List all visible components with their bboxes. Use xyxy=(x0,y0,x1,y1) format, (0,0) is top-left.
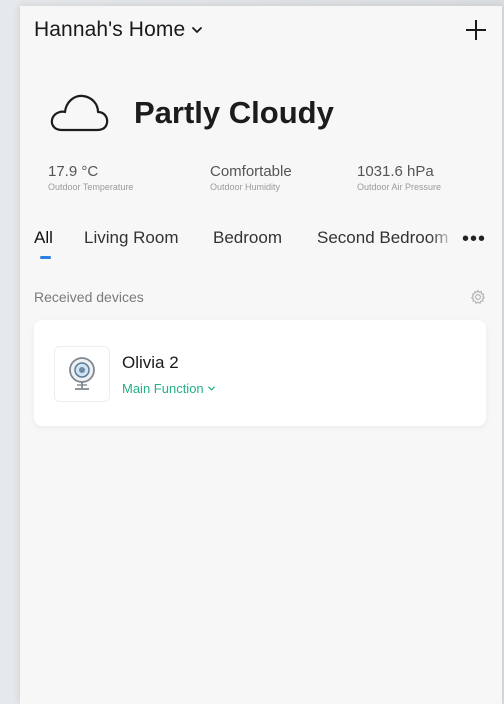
stat-temperature: 17.9 °C Outdoor Temperature xyxy=(48,163,133,192)
stat-label: Outdoor Humidity xyxy=(210,182,281,192)
stat-label: Outdoor Temperature xyxy=(48,182,134,192)
cloud-icon xyxy=(50,94,109,132)
more-dots-icon[interactable]: ••• xyxy=(462,228,486,251)
section-title: Received devices xyxy=(34,289,144,305)
plus-icon[interactable] xyxy=(462,16,490,44)
weather-condition: Partly Cloudy xyxy=(134,95,334,130)
stat-humidity: Comfortable Outdoor Humidity xyxy=(210,163,292,192)
gear-icon[interactable] xyxy=(470,289,486,305)
chevron-down-icon xyxy=(207,386,215,391)
camera-icon xyxy=(69,357,95,390)
device-card[interactable]: Olivia 2 Main Function xyxy=(34,320,486,426)
main-function-label: Main Function xyxy=(122,381,204,396)
home-title: Hannah's Home xyxy=(34,18,186,41)
stat-value: 1031.6 hPa xyxy=(357,163,434,180)
main-function-button[interactable]: Main Function xyxy=(122,381,216,396)
tab-second-bedroom[interactable]: Second Bedroom xyxy=(317,228,448,248)
tab-bedroom[interactable]: Bedroom xyxy=(213,228,282,248)
chevron-down-icon xyxy=(192,27,203,33)
tab-all[interactable]: All xyxy=(34,228,53,248)
device-name: Olivia 2 xyxy=(122,353,179,372)
weather-summary: Partly Cloudy xyxy=(48,90,334,136)
background-frame: Hannah's Home Partly Cloudy 17.9 °C Outd… xyxy=(0,0,504,704)
stat-label: Outdoor Air Pressure xyxy=(357,182,442,192)
active-tab-indicator xyxy=(40,256,51,259)
tab-living-room[interactable]: Living Room xyxy=(84,228,179,248)
device-thumbnail xyxy=(54,346,110,402)
app-screen: Hannah's Home Partly Cloudy 17.9 °C Outd… xyxy=(20,6,502,704)
stat-pressure: 1031.6 hPa Outdoor Air Pressure xyxy=(357,163,441,192)
stat-value: Comfortable xyxy=(210,163,292,180)
tab-fade-overlay xyxy=(430,224,458,254)
home-selector[interactable]: Hannah's Home xyxy=(34,18,203,42)
stat-value: 17.9 °C xyxy=(48,163,99,180)
